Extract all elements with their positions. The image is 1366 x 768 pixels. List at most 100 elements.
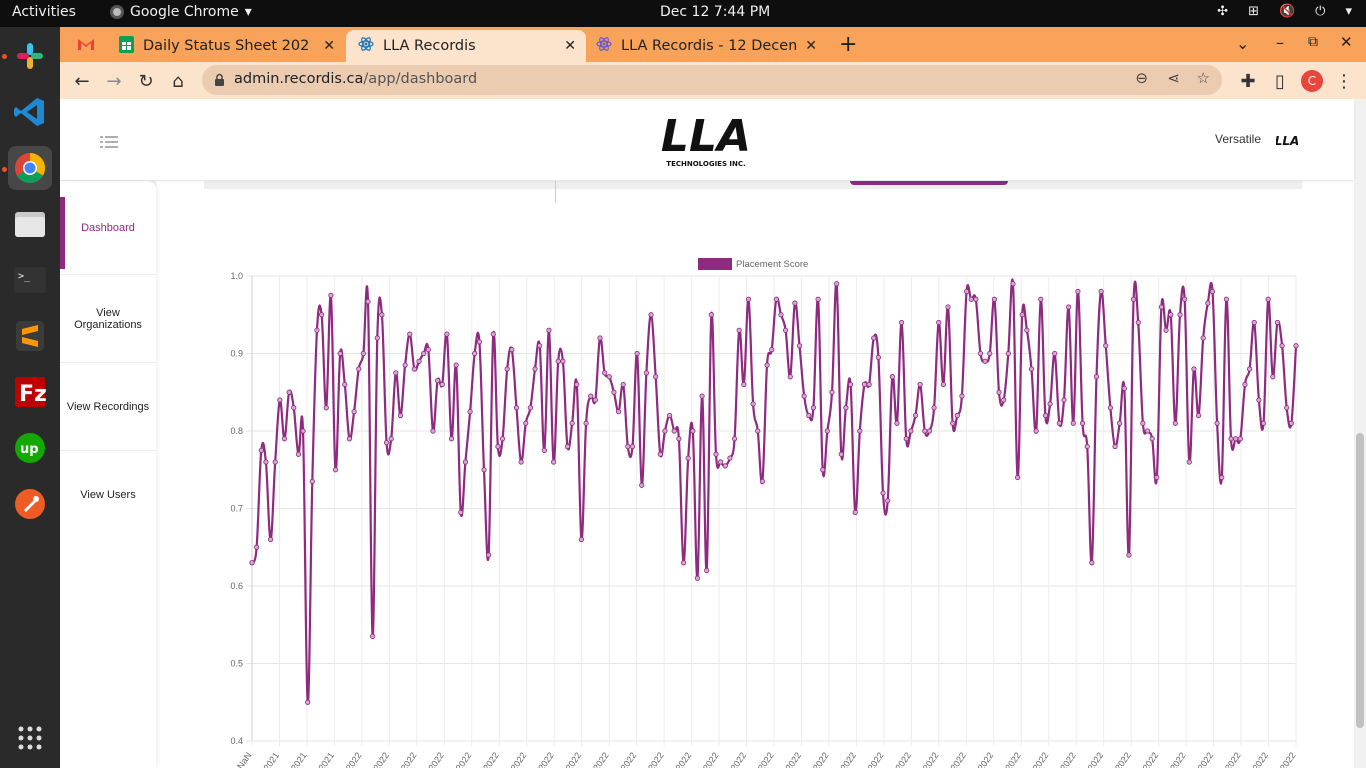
company-logo[interactable]: LLA TECHNOLOGIES INC. <box>654 105 758 173</box>
scrollbar-thumb[interactable] <box>1356 433 1364 728</box>
data-point <box>560 358 566 364</box>
data-point <box>1098 288 1104 295</box>
page-scrollbar[interactable] <box>1354 99 1366 768</box>
logo-text: LLA <box>661 111 751 162</box>
data-point <box>745 296 752 302</box>
network-applet-icon[interactable]: ✣ <box>1217 4 1228 19</box>
zoom-icon[interactable]: ⊖ <box>1135 69 1148 87</box>
lock-icon[interactable] <box>214 72 225 91</box>
network-icon[interactable]: ⊞ <box>1248 4 1259 19</box>
data-point <box>625 443 631 450</box>
slack-icon[interactable] <box>8 34 52 78</box>
sidebar-item-view-recordings[interactable]: View Recordings <box>60 363 156 451</box>
data-point <box>342 381 348 388</box>
data-point <box>481 467 487 473</box>
x-tick-label: -2022 <box>699 750 720 768</box>
data-point <box>741 381 747 388</box>
sublime-text-icon[interactable] <box>8 314 52 358</box>
tab-gmail[interactable] <box>78 30 108 62</box>
profile-avatar[interactable]: C <box>1301 70 1323 92</box>
volume-muted-icon[interactable]: 🔇 <box>1279 4 1295 19</box>
data-point <box>1154 474 1160 481</box>
data-point <box>1172 420 1178 426</box>
more-options-icon[interactable]: ⋮ <box>1332 69 1356 93</box>
sidebar-item-label: View Recordings <box>66 400 150 413</box>
user-company-logo[interactable]: LLA <box>1275 132 1300 151</box>
reload-icon[interactable]: ↻ <box>134 69 158 93</box>
close-tab-icon[interactable]: ✕ <box>323 38 335 54</box>
workspace-label[interactable]: Versatile <box>1215 132 1261 146</box>
tab-daily-status-sheet[interactable]: Daily Status Sheet 2022 - C ✕ <box>110 30 345 62</box>
data-point <box>694 575 701 581</box>
tab-search-icon[interactable]: ⌄ <box>1236 34 1249 53</box>
terminal-icon[interactable]: >_ <box>8 258 52 302</box>
x-tick-label: -2022 <box>342 750 363 768</box>
data-point <box>1075 288 1081 295</box>
close-window-icon[interactable]: ✕ <box>1340 33 1353 51</box>
app-menu[interactable]: Google Chrome ▾ <box>110 4 252 20</box>
x-tick-label: -2022 <box>974 750 995 768</box>
chrome-icon[interactable] <box>8 146 52 190</box>
maximize-window-icon[interactable]: ⧉ <box>1308 34 1318 50</box>
upper-panel-button[interactable] <box>850 181 1008 185</box>
y-tick-label: 0.9 <box>230 349 243 359</box>
data-point <box>546 327 552 333</box>
clock[interactable]: Dec 12 7:44 PM <box>660 4 770 20</box>
extensions-puzzle-icon[interactable]: ✚ <box>1236 69 1260 93</box>
active-indicator <box>60 197 65 269</box>
data-point <box>912 412 919 419</box>
data-point <box>411 366 417 372</box>
data-point <box>718 459 724 465</box>
upwork-icon[interactable]: up <box>8 426 52 470</box>
files-icon[interactable] <box>8 202 52 246</box>
data-point <box>1038 296 1044 302</box>
data-point <box>894 420 900 426</box>
data-point <box>309 478 315 484</box>
bookmark-star-icon[interactable]: ☆ <box>1197 69 1210 87</box>
new-tab-icon[interactable]: + <box>839 32 857 57</box>
power-icon[interactable]: ⏻ <box>1315 4 1325 19</box>
data-point <box>295 451 302 457</box>
running-indicator <box>2 54 7 59</box>
x-tick-label: -2022 <box>644 750 665 768</box>
data-point <box>513 405 520 411</box>
sidebar-item-dashboard[interactable]: Dashboard <box>60 181 156 275</box>
x-tick-label: -NaN <box>233 750 253 768</box>
tab-lla-recordis-12-december[interactable]: LLA Recordis - 12 Decemb ✕ <box>587 30 827 62</box>
data-point <box>1019 312 1025 318</box>
data-point <box>1205 300 1211 306</box>
forward-arrow-icon[interactable]: → <box>102 69 126 93</box>
data-point <box>1061 397 1067 403</box>
side-panel-icon[interactable]: ▯ <box>1268 69 1292 93</box>
system-tray[interactable]: ✣ ⊞ 🔇 ⏻ ▾ <box>1217 4 1352 19</box>
data-point <box>1079 420 1086 426</box>
filezilla-icon[interactable]: Fz <box>8 370 52 414</box>
close-tab-icon[interactable]: ✕ <box>805 38 817 54</box>
data-point <box>634 350 640 357</box>
activities-button[interactable]: Activities <box>12 4 76 20</box>
data-point <box>629 443 636 450</box>
home-icon[interactable]: ⌂ <box>166 69 190 93</box>
show-apps-icon[interactable] <box>8 716 52 760</box>
tab-lla-recordis-active[interactable]: LLA Recordis ✕ <box>346 30 586 62</box>
tab-title: LLA Recordis - 12 Decemb <box>621 38 796 54</box>
postman-icon[interactable] <box>8 482 52 526</box>
back-arrow-icon[interactable]: ← <box>70 69 94 93</box>
x-tick-label: -2022 <box>370 750 391 768</box>
address-bar[interactable]: admin.recordis.ca/app/dashboard ⊖ ⋖ ☆ <box>202 65 1222 95</box>
minimize-window-icon[interactable]: – <box>1276 33 1284 52</box>
close-tab-icon[interactable]: ✕ <box>564 38 576 54</box>
data-point <box>982 358 988 364</box>
data-point <box>1223 296 1230 302</box>
data-point <box>1103 343 1109 349</box>
data-point <box>602 370 608 376</box>
menu-toggle-icon[interactable] <box>100 133 118 152</box>
data-point <box>861 381 868 388</box>
data-point <box>1066 304 1072 310</box>
chevron-down-icon[interactable]: ▾ <box>1345 4 1352 19</box>
vscode-icon[interactable] <box>8 90 52 134</box>
sidebar-item-view-users[interactable]: View Users <box>60 451 156 539</box>
app-header: LLA TECHNOLOGIES INC. Versatile LLA <box>60 99 1354 180</box>
sidebar-item-view-organizations[interactable]: View Organizations <box>60 275 156 363</box>
share-icon[interactable]: ⋖ <box>1167 69 1180 87</box>
